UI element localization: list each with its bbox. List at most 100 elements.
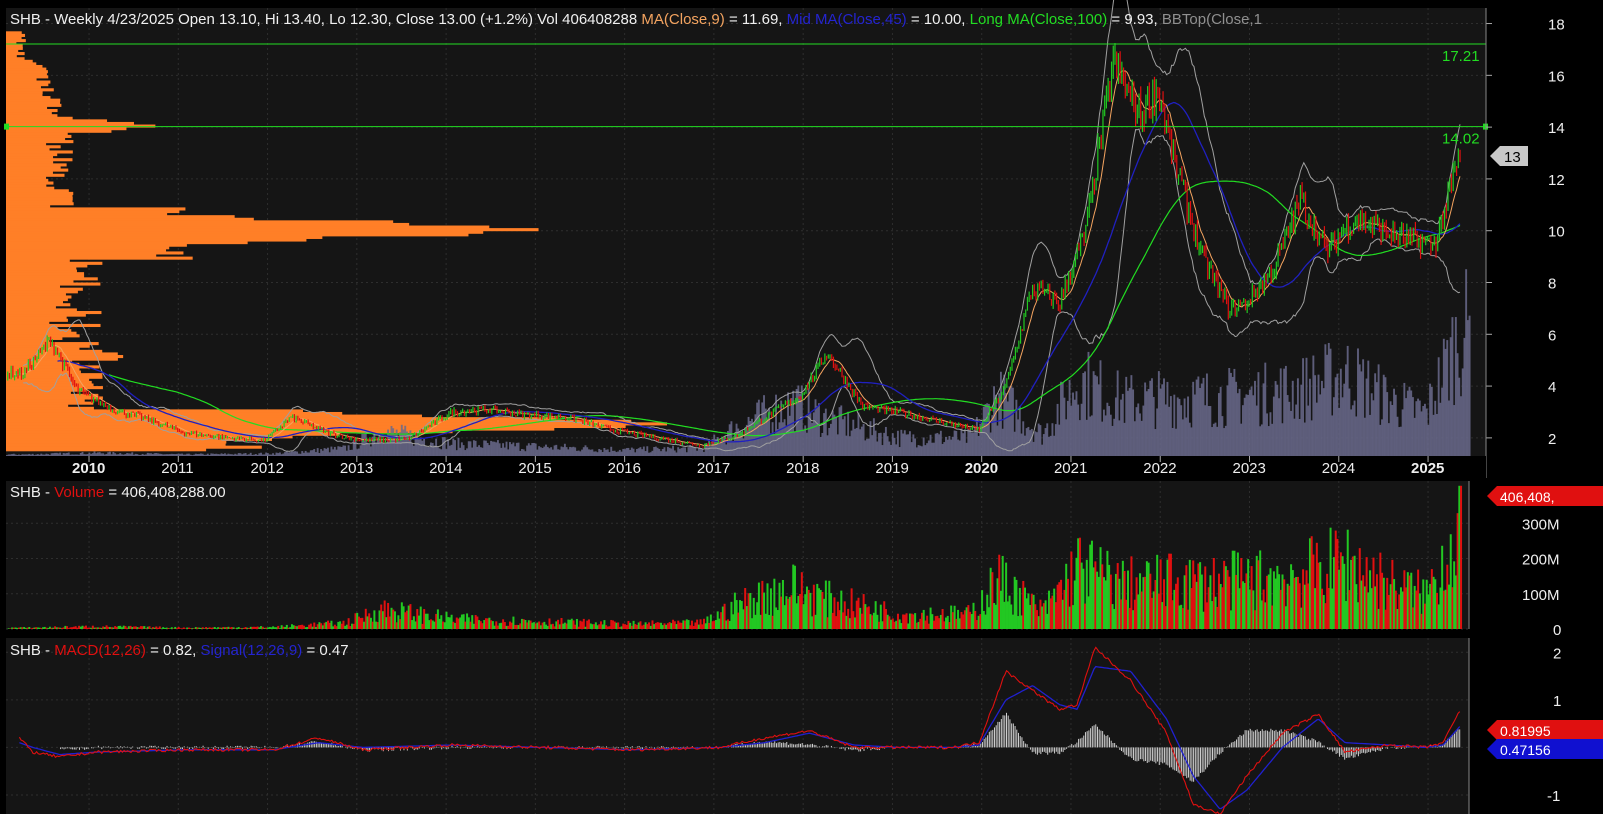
volume-bar	[1111, 604, 1114, 629]
volume-overlay-bar	[591, 449, 594, 456]
volume-overlay-bar	[1154, 429, 1157, 456]
volume-bar	[141, 626, 144, 629]
volume-bar	[220, 627, 223, 629]
volume-bar	[133, 626, 136, 629]
volume-overlay-bar	[1394, 394, 1397, 456]
volume-bar	[543, 621, 546, 629]
volume-overlay-bar	[673, 450, 676, 456]
volume-overlay-bar	[799, 393, 802, 456]
volume-overlay-bar	[1444, 348, 1447, 456]
volume-overlay-bar	[833, 414, 836, 456]
volume-overlay-bar	[850, 430, 853, 456]
volume-bar	[800, 572, 803, 629]
volume-overlay-bar	[1338, 407, 1341, 456]
volume-bar	[1326, 573, 1329, 629]
volume-overlay-bar	[642, 446, 645, 456]
volume-bar	[838, 610, 841, 629]
volume-overlay-bar	[292, 451, 295, 456]
volume-overlay-bar	[606, 449, 609, 456]
volume-overlay-bar	[59, 452, 62, 456]
volume-overlay-bar	[771, 422, 774, 456]
volume-overlay-bar	[318, 453, 321, 456]
volume-bar	[987, 607, 990, 629]
volume-overlay-bar	[26, 454, 29, 456]
volume-bar	[1036, 610, 1039, 629]
volume-bar	[958, 618, 961, 629]
volume-overlay-bar	[1286, 395, 1289, 456]
volume-overlay-bar	[1024, 435, 1026, 456]
volume-overlay-bar	[763, 395, 765, 456]
volume-bar	[816, 583, 819, 629]
volume-bar	[380, 604, 383, 629]
volume-bar	[1114, 573, 1117, 629]
volume-overlay-bar	[175, 453, 178, 456]
volume-bar	[1216, 606, 1219, 629]
volume-overlay-bar	[927, 440, 930, 456]
macd-panel[interactable]: 210-1 SHB - MACD(12,26) = 0.82, Signal(1…	[6, 638, 1603, 814]
volume-bar	[538, 621, 541, 629]
volume-bar	[673, 621, 676, 629]
volume-bar	[1108, 564, 1111, 629]
volume-bar	[1319, 562, 1322, 629]
volume-overlay-bar	[848, 436, 851, 456]
volume-overlay-bar	[205, 454, 208, 456]
volume-overlay-bar	[1451, 317, 1454, 456]
volume-overlay-bar	[531, 443, 534, 456]
volume-overlay-bar	[167, 454, 170, 456]
volume-panel[interactable]: 300M200M100M0 SHB - Volume = 406,408,288…	[6, 481, 1603, 639]
volume-bar	[601, 624, 604, 629]
volume-bar	[641, 625, 644, 629]
volume-bar	[716, 611, 719, 629]
volume-bar	[158, 626, 161, 629]
volume-overlay-bar	[1073, 399, 1076, 456]
volume-bar	[182, 627, 185, 629]
volume-overlay-bar	[1398, 427, 1401, 456]
volume-overlay-bar	[1032, 441, 1035, 456]
price-panel[interactable]: 17.2114.02 18161412108642 SHB - Weekly 4…	[4, 0, 1565, 478]
volume-bar	[452, 621, 455, 629]
volume-overlay-bar	[879, 432, 882, 456]
stock-chart[interactable]: 17.2114.02 18161412108642 SHB - Weekly 4…	[0, 0, 1603, 814]
volume-overlay-bar	[1159, 388, 1162, 456]
volume-bar	[460, 614, 463, 629]
volume-overlay-bar	[1346, 345, 1349, 456]
volume-bar	[83, 626, 86, 629]
volume-bar	[1398, 594, 1401, 629]
volume-bar	[1238, 588, 1241, 629]
volume-overlay-bar	[1238, 388, 1241, 456]
volume-overlay-bar	[438, 448, 441, 456]
volume-bar	[462, 614, 465, 629]
volume-overlay-bar	[1293, 418, 1296, 456]
volume-overlay-bar	[321, 450, 324, 456]
volume-overlay-bar	[1120, 399, 1123, 456]
volume-bar	[893, 621, 896, 629]
volume-overlay-bar	[541, 447, 544, 456]
volume-overlay-bar	[1411, 397, 1414, 456]
volume-overlay-bar	[1226, 385, 1229, 456]
volume-overlay-bar	[1434, 400, 1437, 456]
volume-overlay-bar	[629, 449, 632, 456]
volume-overlay-bar	[967, 428, 970, 456]
volume-bar	[611, 620, 614, 629]
volume-overlay-bar	[428, 447, 431, 456]
volume-overlay-bar	[931, 442, 934, 456]
volume-overlay-bar	[1228, 368, 1231, 456]
volume-bar	[943, 621, 946, 629]
volume-bar	[1369, 570, 1372, 629]
volume-overlay-bar	[1442, 338, 1445, 456]
volume-overlay-bar	[896, 430, 899, 456]
volume-overlay-bar	[958, 440, 961, 456]
volume-overlay-bar	[603, 447, 606, 456]
volume-overlay-bar	[290, 451, 293, 456]
volume-bar	[210, 627, 213, 629]
volume-overlay-bar	[332, 449, 335, 456]
volume-overlay-bar	[1077, 404, 1080, 456]
volume-bar	[157, 627, 160, 629]
volume-overlay-bar	[266, 453, 269, 456]
volume-bar	[1168, 553, 1171, 629]
volume-overlay-bar	[883, 432, 886, 456]
volume-overlay-bar	[1324, 344, 1327, 456]
volume-bar	[946, 615, 949, 629]
volume-overlay-bar	[1448, 400, 1450, 456]
volume-overlay-bar	[151, 454, 154, 456]
